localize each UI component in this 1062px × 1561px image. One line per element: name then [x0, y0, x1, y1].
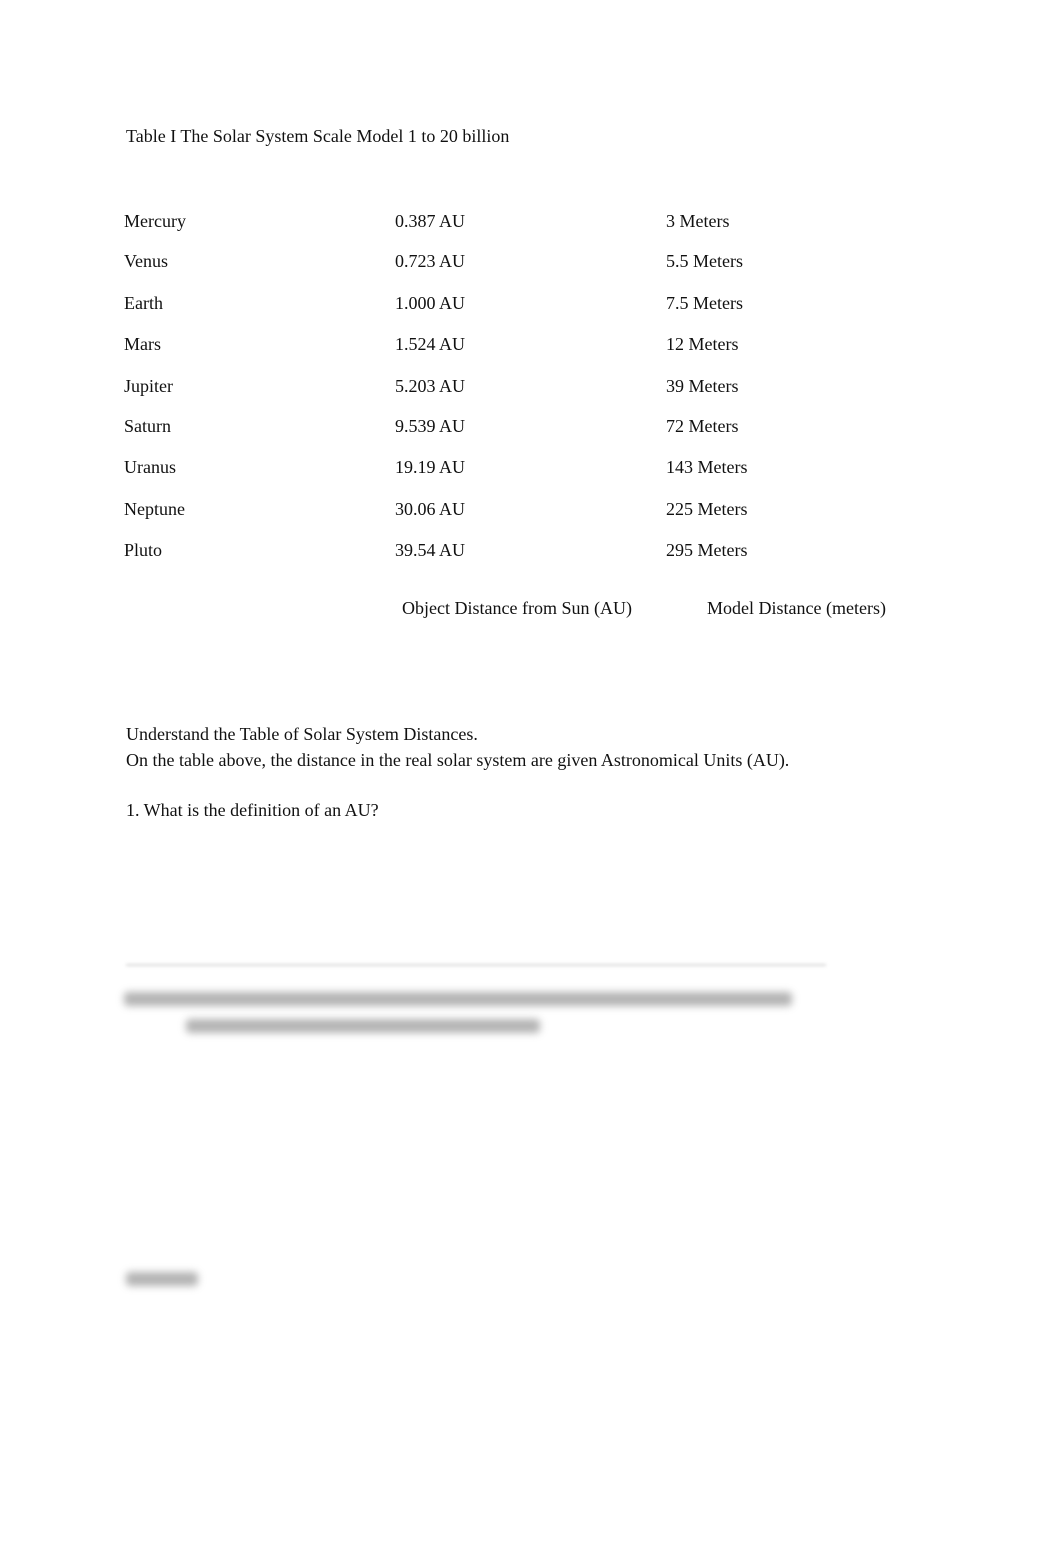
- divider: [126, 964, 826, 966]
- object-name: Uranus: [124, 457, 176, 477]
- column-header-au: Object Distance from Sun (AU): [402, 598, 632, 618]
- column-header-model: Model Distance (meters): [707, 598, 886, 618]
- object-name: Neptune: [124, 499, 185, 519]
- object-name: Mercury: [124, 211, 186, 231]
- table-row: Mercury 0.387 AU 3 Meters: [0, 211, 1062, 233]
- table-row: Earth 1.000 AU 7.5 Meters: [0, 293, 1062, 315]
- object-name: Saturn: [124, 416, 171, 436]
- distance-au: 39.54 AU: [395, 540, 466, 560]
- blurred-text-line: [124, 992, 792, 1006]
- intro-text: On the table above, the distance in the …: [126, 750, 790, 770]
- distance-au: 30.06 AU: [395, 499, 466, 519]
- model-distance: 5.5 Meters: [666, 251, 743, 271]
- model-distance: 7.5 Meters: [666, 293, 743, 313]
- object-name: Jupiter: [124, 376, 173, 396]
- distance-au: 0.387 AU: [395, 211, 466, 231]
- model-distance: 143 Meters: [666, 457, 748, 477]
- table-row: Mars 1.524 AU 12 Meters: [0, 334, 1062, 356]
- model-distance: 39 Meters: [666, 376, 739, 396]
- object-name: Venus: [124, 251, 168, 271]
- distance-au: 1.000 AU: [395, 293, 466, 313]
- table-row: Uranus 19.19 AU 143 Meters: [0, 457, 1062, 479]
- table-title: Table I The Solar System Scale Model 1 t…: [126, 126, 510, 146]
- blurred-text-line: [186, 1019, 540, 1033]
- blurred-text-line: [126, 1272, 198, 1286]
- table-row: Jupiter 5.203 AU 39 Meters: [0, 376, 1062, 398]
- object-name: Mars: [124, 334, 161, 354]
- distance-au: 5.203 AU: [395, 376, 466, 396]
- object-name: Pluto: [124, 540, 163, 560]
- model-distance: 295 Meters: [666, 540, 748, 560]
- distance-au: 19.19 AU: [395, 457, 466, 477]
- table-row: Neptune 30.06 AU 225 Meters: [0, 499, 1062, 521]
- distance-au: 0.723 AU: [395, 251, 466, 271]
- model-distance: 225 Meters: [666, 499, 748, 519]
- table-row: Venus 0.723 AU 5.5 Meters: [0, 251, 1062, 273]
- distance-au: 1.524 AU: [395, 334, 466, 354]
- distance-au: 9.539 AU: [395, 416, 466, 436]
- table-row: Saturn 9.539 AU 72 Meters: [0, 416, 1062, 438]
- model-distance: 3 Meters: [666, 211, 730, 231]
- object-name: Earth: [124, 293, 163, 313]
- model-distance: 72 Meters: [666, 416, 739, 436]
- table-row: Pluto 39.54 AU 295 Meters: [0, 540, 1062, 562]
- model-distance: 12 Meters: [666, 334, 739, 354]
- question-1: 1. What is the definition of an AU?: [126, 800, 379, 820]
- intro-heading: Understand the Table of Solar System Dis…: [126, 724, 478, 744]
